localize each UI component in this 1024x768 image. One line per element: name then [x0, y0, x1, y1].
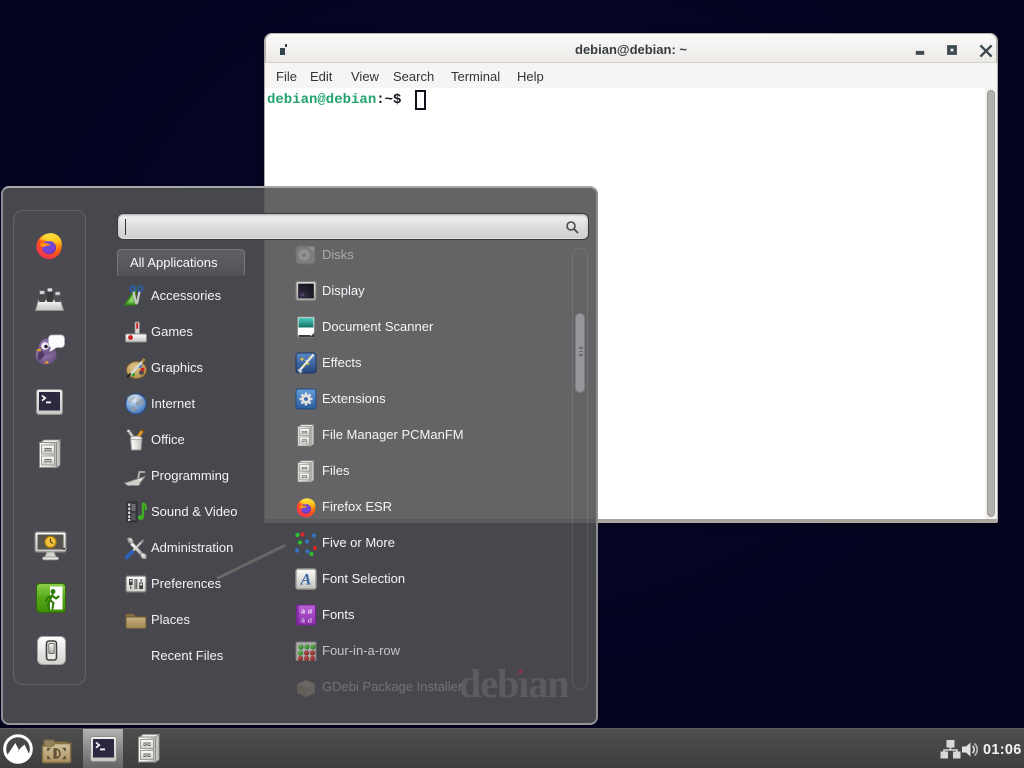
svg-text:A: A	[300, 572, 312, 589]
svg-text:a: a	[308, 615, 312, 625]
svg-text:a: a	[301, 615, 305, 625]
